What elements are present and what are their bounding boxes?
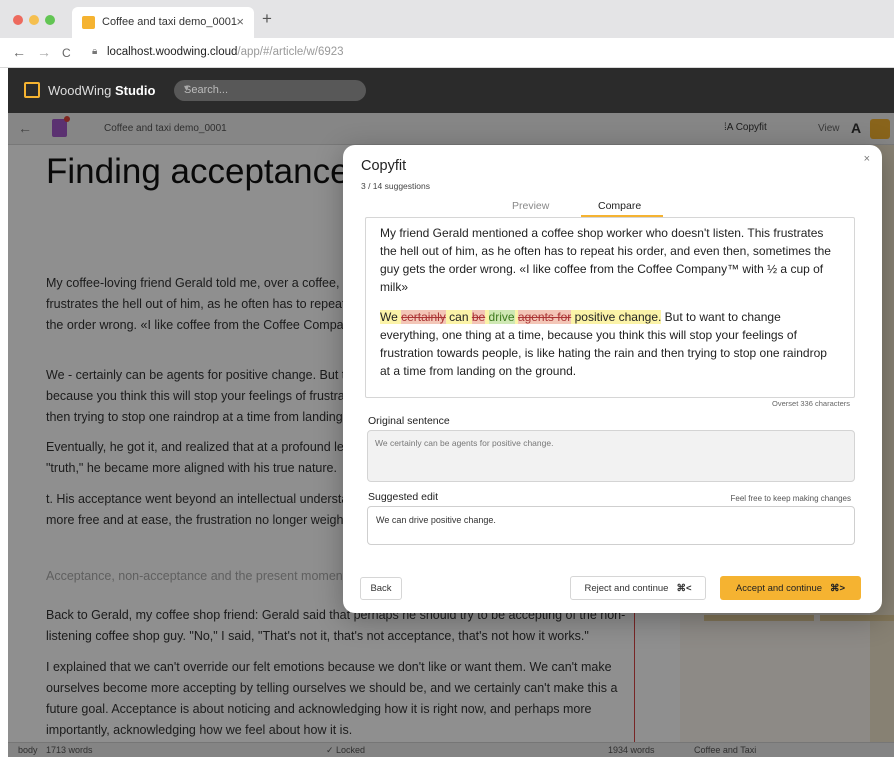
close-icon[interactable]: ×	[864, 153, 870, 165]
original-sentence-label: Original sentence	[368, 415, 450, 427]
keep-editing-hint: Feel free to keep making changes	[730, 494, 851, 503]
suggestion-counter: 3 / 14 suggestions	[361, 181, 430, 191]
book-icon	[24, 82, 40, 98]
dialog-title: Copyfit	[361, 158, 407, 174]
accept-shortcut: ⌘>	[830, 582, 846, 594]
forward-icon[interactable]: →	[37, 44, 51, 60]
tab-title: Coffee and taxi demo_0001	[102, 16, 237, 28]
suggested-edit-label: Suggested edit	[368, 491, 439, 503]
minimize-window-dot[interactable]	[29, 15, 39, 25]
suggested-edit-input[interactable]: We can drive positive change.	[367, 506, 855, 545]
accept-and-continue-button[interactable]: Accept and continue ⌘>	[720, 576, 861, 600]
search-box[interactable]: Search... ▾	[174, 80, 366, 101]
lock-icon: 🔒︎	[92, 46, 98, 57]
compare-paragraph: My friend Gerald mentioned a coffee shop…	[380, 226, 831, 294]
new-tab-icon[interactable]: +	[262, 9, 272, 29]
original-sentence-box: We certainly can be agents for positive …	[367, 430, 855, 482]
browser-tab-bar: Coffee and taxi demo_0001 × +	[0, 0, 894, 38]
inserted-text: drive	[488, 310, 515, 324]
tab-compare[interactable]: Compare	[598, 200, 641, 212]
favicon-icon	[82, 16, 95, 29]
deleted-text: certainly	[401, 310, 446, 324]
close-window-dot[interactable]	[13, 15, 23, 25]
tab-preview[interactable]: Preview	[512, 200, 549, 212]
copyfit-dialog: Copyfit 3 / 14 suggestions × Preview Com…	[343, 145, 882, 613]
back-button[interactable]: Back	[360, 577, 402, 600]
deleted-text: agents for	[517, 310, 572, 324]
app-header: WoodWing Studio Search... ▾	[8, 68, 894, 113]
reload-icon[interactable]: C	[62, 46, 71, 60]
deleted-text: be	[471, 310, 486, 324]
brand-logo: WoodWing Studio	[48, 83, 156, 98]
screen: Coffee and taxi demo_0001 × + ← → C 🔒︎ l…	[0, 0, 894, 757]
compare-view: My friend Gerald mentioned a coffee shop…	[365, 217, 855, 398]
address-bar: ← → C 🔒︎ localhost.woodwing.cloud/app/#/…	[0, 38, 894, 68]
browser-tab[interactable]: Coffee and taxi demo_0001 ×	[72, 7, 254, 38]
url-field[interactable]: localhost.woodwing.cloud/app/#/article/w…	[107, 46, 344, 58]
overset-indicator: Overset 336 characters	[772, 399, 850, 408]
tab-close-icon[interactable]: ×	[236, 14, 244, 29]
reject-and-continue-button[interactable]: Reject and continue ⌘<	[570, 576, 706, 600]
changed-sentence: We certainly can be drive agents for pos…	[380, 310, 662, 324]
compare-paragraph: We certainly can be drive agents for pos…	[380, 310, 827, 378]
reject-shortcut: ⌘<	[676, 582, 692, 594]
chevron-down-icon[interactable]: ▾	[184, 83, 358, 94]
zoom-window-dot[interactable]	[45, 15, 55, 25]
back-icon[interactable]: ←	[12, 44, 26, 60]
